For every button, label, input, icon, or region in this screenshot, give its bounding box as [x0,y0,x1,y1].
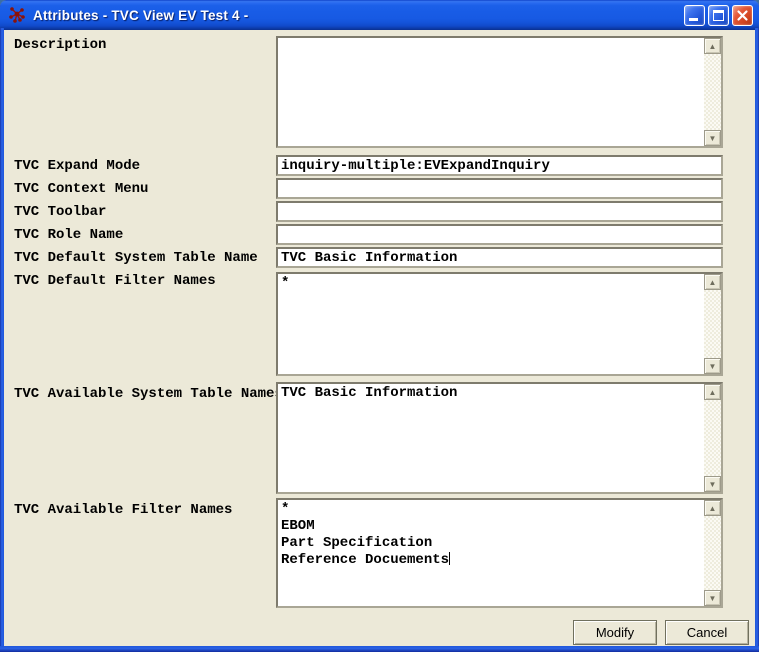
scroll-up-button[interactable]: ▲ [704,274,721,290]
scroll-down-icon: ▼ [709,594,717,603]
default-filter-names-field[interactable]: * ▲ ▼ [276,272,723,376]
minimize-icon [689,18,698,21]
app-molecule-icon [7,5,27,25]
scroll-down-icon: ▼ [709,362,717,371]
available-system-table-names-label: TVC Available System Table Names [14,386,283,402]
available-filter-names-label: TVC Available Filter Names [14,502,232,518]
scroll-up-icon: ▲ [709,388,717,397]
default-filter-names-scrollbar[interactable]: ▲ ▼ [704,274,721,374]
scroll-down-icon: ▼ [709,134,717,143]
description-label: Description [14,37,106,53]
scroll-up-icon: ▲ [709,278,717,287]
scroll-up-icon: ▲ [709,42,717,51]
scroll-down-button[interactable]: ▼ [704,358,721,374]
scrollbar-track[interactable] [704,400,721,476]
scrollbar-track[interactable] [704,516,721,590]
expand-mode-label: TVC Expand Mode [14,158,140,174]
available-system-table-names-text[interactable]: TVC Basic Information [278,384,704,492]
scrollbar-track[interactable] [704,54,721,130]
window-title: Attributes - TVC View EV Test 4 - [33,8,684,23]
scroll-down-button[interactable]: ▼ [704,476,721,492]
scroll-down-button[interactable]: ▼ [704,130,721,146]
default-system-table-name-input[interactable] [276,247,723,268]
scroll-up-icon: ▲ [709,504,717,513]
description-text[interactable] [278,38,704,146]
modify-button[interactable]: Modify [573,620,657,645]
maximize-button[interactable] [708,5,729,26]
available-system-table-names-scrollbar[interactable]: ▲ ▼ [704,384,721,492]
description-field[interactable]: ▲ ▼ [276,36,723,148]
scrollbar-track[interactable] [704,290,721,358]
description-scrollbar[interactable]: ▲ ▼ [704,38,721,146]
toolbar-label: TVC Toolbar [14,204,106,220]
role-name-input[interactable] [276,224,723,245]
title-bar[interactable]: Attributes - TVC View EV Test 4 - [0,0,759,30]
window-border-bottom [0,646,759,652]
window-border-right [755,28,759,652]
context-menu-label: TVC Context Menu [14,181,148,197]
default-system-table-name-label: TVC Default System Table Name [14,250,258,266]
attributes-dialog-window: Attributes - TVC View EV Test 4 - Descri… [0,0,759,652]
cancel-button[interactable]: Cancel [665,620,749,645]
text-caret [449,552,450,565]
role-name-label: TVC Role Name [14,227,123,243]
toolbar-input[interactable] [276,201,723,222]
expand-mode-input[interactable] [276,155,723,176]
scroll-up-button[interactable]: ▲ [704,384,721,400]
close-button[interactable] [732,5,753,26]
close-icon [736,9,749,27]
available-filter-names-field[interactable]: * EBOM Part Specification Reference Docu… [276,498,723,608]
window-border-left [0,28,4,652]
available-filter-names-text[interactable]: * EBOM Part Specification Reference Docu… [278,500,704,606]
maximize-icon [713,10,724,21]
context-menu-input[interactable] [276,178,723,199]
scroll-down-button[interactable]: ▼ [704,590,721,606]
minimize-button[interactable] [684,5,705,26]
scroll-down-icon: ▼ [709,480,717,489]
scroll-up-button[interactable]: ▲ [704,500,721,516]
available-filter-names-scrollbar[interactable]: ▲ ▼ [704,500,721,606]
available-system-table-names-field[interactable]: TVC Basic Information ▲ ▼ [276,382,723,494]
default-filter-names-label: TVC Default Filter Names [14,273,216,289]
default-filter-names-text[interactable]: * [278,274,704,374]
scroll-up-button[interactable]: ▲ [704,38,721,54]
